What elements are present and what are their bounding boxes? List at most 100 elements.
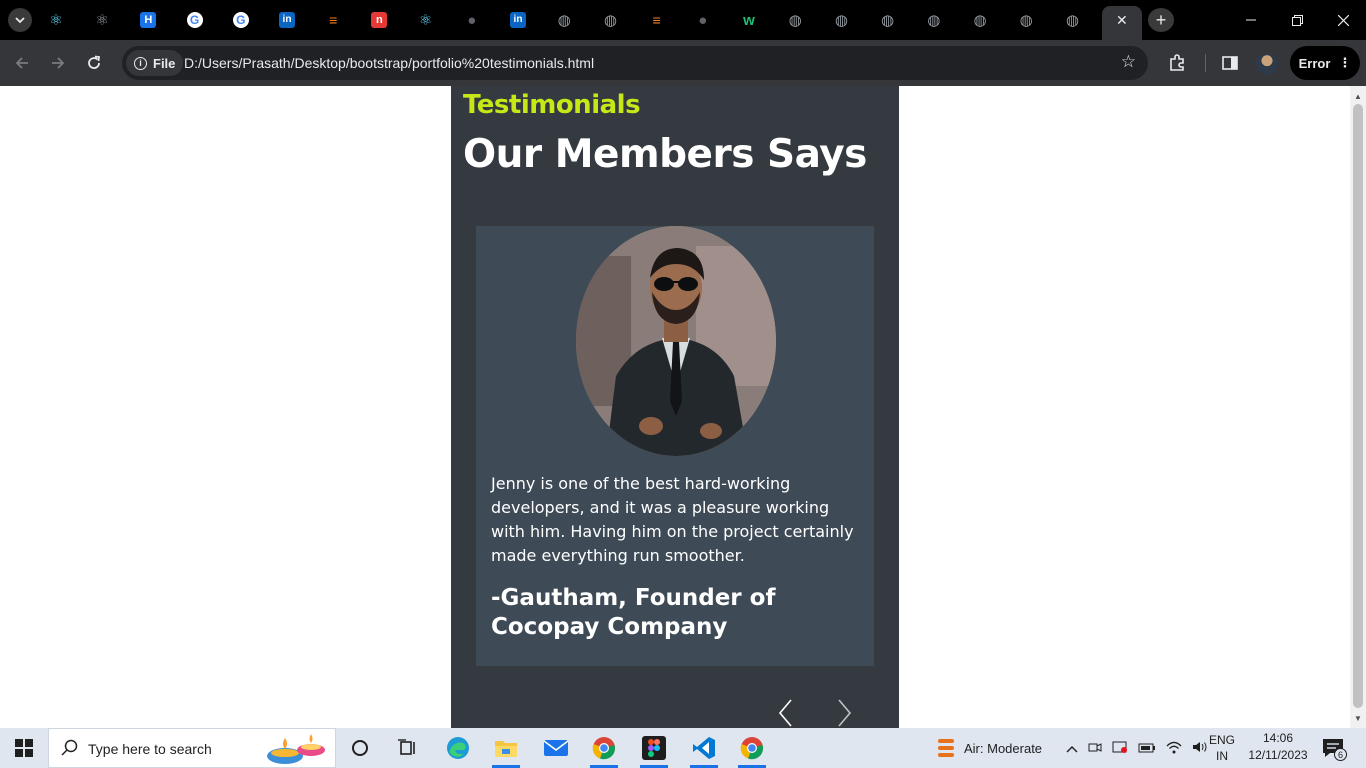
diwali-diya-icon bbox=[267, 734, 325, 764]
hackerrank-icon: H bbox=[140, 12, 157, 28]
volume-icon[interactable] bbox=[1192, 740, 1210, 757]
bookmark-star-icon[interactable]: ☆ bbox=[1121, 52, 1136, 72]
globe-icon: ◍ bbox=[834, 11, 848, 29]
battery-icon[interactable] bbox=[1138, 741, 1156, 756]
back-button[interactable] bbox=[9, 50, 35, 76]
notification-count: 6 bbox=[1334, 748, 1347, 761]
tab-search-button[interactable] bbox=[8, 8, 32, 32]
edge-app[interactable] bbox=[434, 728, 482, 768]
chrome-app[interactable] bbox=[580, 728, 628, 768]
extensions-button[interactable] bbox=[1164, 50, 1190, 76]
search-placeholder: Type here to search bbox=[88, 741, 212, 757]
lang-line1: ENG bbox=[1209, 733, 1236, 747]
globe-icon: ◍ bbox=[881, 11, 895, 29]
codeninja-icon: n bbox=[371, 12, 388, 28]
site-info-chip[interactable]: i File bbox=[126, 50, 184, 76]
chrome-app-2[interactable] bbox=[728, 728, 776, 768]
start-button[interactable] bbox=[0, 728, 48, 768]
scroll-up-icon[interactable]: ▲ bbox=[1350, 88, 1366, 104]
figma-app[interactable] bbox=[630, 728, 678, 768]
restore-button[interactable] bbox=[1274, 0, 1320, 40]
task-view-button[interactable] bbox=[384, 728, 432, 768]
taskbar-clock[interactable]: 14:06 12/11/2023 bbox=[1248, 730, 1308, 764]
browser-tab[interactable]: ◍ bbox=[1014, 8, 1038, 32]
language-indicator[interactable]: ENG IN bbox=[1209, 732, 1235, 764]
air-quality-icon bbox=[938, 739, 954, 757]
close-tab-icon[interactable]: ✕ bbox=[1116, 12, 1128, 29]
mail-app[interactable] bbox=[532, 728, 580, 768]
error-button[interactable]: Error ⋮ bbox=[1290, 46, 1360, 80]
browser-tab[interactable]: G bbox=[183, 8, 207, 32]
side-panel-icon bbox=[1222, 56, 1238, 70]
browser-tab[interactable]: ⚛ bbox=[44, 8, 68, 32]
browser-tab[interactable]: ◍ bbox=[922, 8, 946, 32]
forward-button[interactable] bbox=[45, 50, 71, 76]
url-text[interactable]: D:/Users/Prasath/Desktop/bootstrap/portf… bbox=[184, 55, 594, 71]
w-icon: w bbox=[743, 11, 755, 29]
react-icon: ⚛ bbox=[49, 11, 63, 29]
browser-tab[interactable]: in bbox=[506, 8, 530, 32]
browser-toolbar: i File D:/Users/Prasath/Desktop/bootstra… bbox=[0, 40, 1366, 86]
cortana-icon bbox=[352, 740, 368, 756]
weather-text: Air: Moderate bbox=[964, 740, 1043, 756]
carousel-next-button[interactable] bbox=[830, 698, 860, 728]
browser-tab[interactable]: ≡ bbox=[321, 8, 345, 32]
lang-line2: IN bbox=[1216, 749, 1228, 763]
cortana-button[interactable] bbox=[336, 728, 384, 768]
side-panel-button[interactable] bbox=[1217, 50, 1243, 76]
vertical-scrollbar[interactable]: ▲ ▼ bbox=[1350, 86, 1366, 728]
github-icon: ● bbox=[698, 11, 708, 29]
reload-button[interactable] bbox=[81, 50, 107, 76]
browser-tab[interactable]: ◍ bbox=[876, 8, 900, 32]
browser-tab[interactable]: ◍ bbox=[552, 8, 576, 32]
section-heading: Our Members Says bbox=[463, 132, 867, 177]
browser-tab[interactable]: ● bbox=[460, 8, 484, 32]
profile-avatar[interactable] bbox=[1256, 53, 1278, 75]
new-tab-button[interactable]: + bbox=[1148, 8, 1174, 32]
browser-tab[interactable]: ≡ bbox=[645, 8, 669, 32]
browser-tab[interactable]: w bbox=[737, 8, 761, 32]
browser-tab[interactable]: ◍ bbox=[1060, 8, 1084, 32]
browser-tab[interactable]: in bbox=[275, 8, 299, 32]
chevron-right-icon bbox=[838, 699, 852, 727]
scroll-thumb[interactable] bbox=[1353, 104, 1363, 708]
browser-tab[interactable]: ⚛ bbox=[90, 8, 114, 32]
browser-tab[interactable]: n bbox=[367, 8, 391, 32]
chrome-icon bbox=[592, 737, 615, 760]
active-tab[interactable]: ✕ bbox=[1102, 6, 1142, 40]
system-tray bbox=[1066, 728, 1210, 768]
browser-tab[interactable]: ◍ bbox=[829, 8, 853, 32]
stackoverflow-icon: ≡ bbox=[652, 12, 661, 28]
file-explorer-app[interactable] bbox=[482, 728, 530, 768]
site-chip-label: File bbox=[153, 55, 176, 71]
carousel-prev-button[interactable] bbox=[770, 698, 800, 728]
browser-tab[interactable]: ● bbox=[691, 8, 715, 32]
close-window-button[interactable] bbox=[1320, 0, 1366, 40]
taskbar-search-box[interactable]: Type here to search bbox=[48, 728, 336, 768]
wifi-icon[interactable] bbox=[1166, 740, 1182, 757]
linkedin-icon: in bbox=[279, 12, 295, 28]
weather-widget[interactable]: Air: Moderate bbox=[936, 728, 1042, 768]
github-icon: ● bbox=[467, 11, 477, 29]
stackoverflow-icon: ≡ bbox=[329, 12, 338, 28]
address-bar[interactable]: i File D:/Users/Prasath/Desktop/bootstra… bbox=[122, 46, 1148, 80]
notification-status-icon[interactable] bbox=[1112, 740, 1128, 757]
browser-tab[interactable]: ◍ bbox=[598, 8, 622, 32]
globe-icon: ◍ bbox=[1065, 11, 1079, 29]
minimize-button[interactable] bbox=[1228, 0, 1274, 40]
scroll-down-icon[interactable]: ▼ bbox=[1350, 710, 1366, 726]
browser-tab[interactable]: ◍ bbox=[968, 8, 992, 32]
browser-tab[interactable]: H bbox=[136, 8, 160, 32]
browser-tab[interactable]: ⚛ bbox=[414, 8, 438, 32]
notification-center-button[interactable]: 6 bbox=[1322, 738, 1347, 761]
chevron-down-icon bbox=[15, 17, 25, 24]
browser-tab[interactable]: G bbox=[229, 8, 253, 32]
puzzle-icon bbox=[1170, 54, 1184, 71]
meet-now-icon[interactable] bbox=[1088, 740, 1102, 757]
file-explorer-icon bbox=[495, 741, 517, 757]
chevron-up-icon[interactable] bbox=[1066, 741, 1078, 756]
browser-tab[interactable]: ◍ bbox=[783, 8, 807, 32]
vscode-app[interactable] bbox=[680, 728, 728, 768]
testimonial-card: Jenny is one of the best hard-working de… bbox=[476, 226, 874, 666]
globe-icon: ◍ bbox=[557, 11, 571, 29]
